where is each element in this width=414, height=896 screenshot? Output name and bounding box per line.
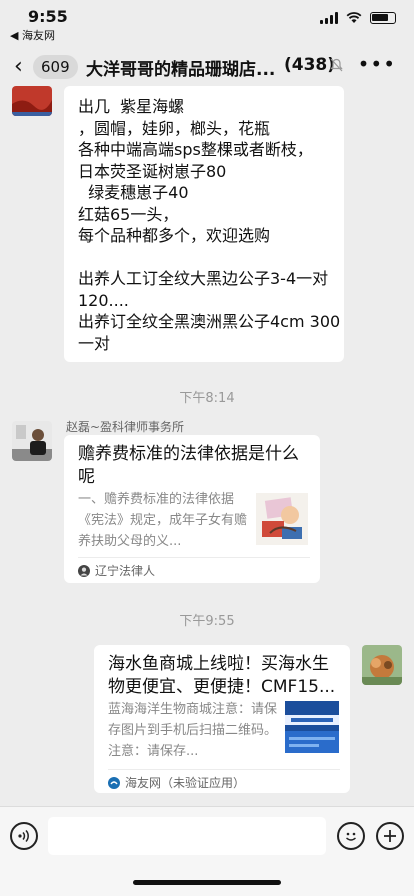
link-card[interactable]: 赡养费标准的法律依据是什么呢 一、赡养费标准的法律依据《宪法》规定，成年子女有赡… [64, 435, 320, 583]
voice-input-icon[interactable] [10, 822, 38, 850]
card-description: 一、赡养费标准的法律依据《宪法》规定，成年子女有赡养扶助父母的义... [78, 492, 248, 549]
card-divider [78, 557, 310, 558]
back-chevron-icon[interactable]: ‹ [14, 54, 23, 79]
card-source: 辽宁法律人 [78, 562, 155, 579]
status-bar: 9:55 ◀ 海友网 [0, 0, 414, 44]
timestamp: 下午9:55 [179, 614, 235, 629]
card-source-label: 辽宁法律人 [95, 564, 156, 578]
member-count: (438) [284, 55, 336, 75]
card-title: 海水鱼商城上线啦！买海水生物更便宜、更便捷！CMF15... [108, 654, 336, 697]
chat-header: ‹ 609 大洋哥哥的精品珊瑚店... (438) ••• [0, 44, 414, 90]
card-source: 海友网（未验证应用） [108, 774, 245, 791]
battery-icon [370, 12, 396, 24]
message-text: 出几 紫星海螺 ，圆帽，娃卵，榔头，花瓶 各种中端高端sps整棵或者断枝， 日本… [78, 97, 341, 353]
emoji-icon[interactable] [337, 822, 365, 850]
more-options-icon[interactable]: ••• [358, 52, 396, 76]
source-avatar-icon [78, 564, 90, 577]
avatar[interactable] [12, 86, 52, 116]
timestamp: 下午8:14 [179, 391, 235, 406]
my-avatar[interactable] [362, 645, 402, 685]
card-divider [108, 769, 340, 770]
status-indicators [320, 12, 396, 24]
unread-count-badge[interactable]: 609 [33, 55, 78, 79]
home-indicator [133, 880, 281, 885]
message-input[interactable] [48, 817, 326, 855]
card-thumbnail [256, 493, 308, 545]
add-more-icon[interactable] [376, 822, 404, 850]
card-description: 蓝海海洋生物商城注意：请保存图片到手机后扫描二维码。注意：请保存... [108, 702, 278, 759]
wifi-icon [346, 12, 362, 23]
avatar[interactable] [12, 421, 52, 461]
mute-bell-icon [330, 58, 343, 72]
signal-icon [320, 12, 338, 24]
chat-title: 大洋哥哥的精品珊瑚店... [86, 60, 276, 80]
back-to-app-link[interactable]: ◀ 海友网 [10, 27, 55, 43]
card-source-label: 海友网（未验证应用） [125, 776, 246, 790]
card-thumbnail [285, 701, 339, 753]
source-app-icon [108, 776, 120, 789]
sender-name: 赵磊~盈科律师事务所 [66, 420, 185, 434]
card-title: 赡养费标准的法律依据是什么呢 [78, 444, 299, 487]
status-time: 9:55 [28, 7, 68, 26]
link-card[interactable]: 海水鱼商城上线啦！买海水生物更便宜、更便捷！CMF15... 蓝海海洋生物商城注… [94, 645, 350, 793]
